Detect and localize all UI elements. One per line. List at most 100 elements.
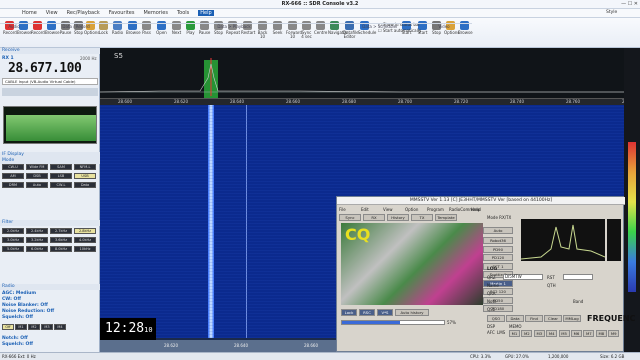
rst-input[interactable] xyxy=(563,274,593,280)
notch-line[interactable]: Notch: Off xyxy=(2,336,28,341)
mode-button-drm[interactable]: DRM xyxy=(2,182,24,188)
mode-button-auto[interactable]: Auto xyxy=(26,182,48,188)
qrz-input[interactable]: DI5MTW xyxy=(503,274,543,280)
squelch-line[interactable]: Squelch: Off xyxy=(2,315,33,320)
frequency-scale[interactable]: 28.600 28.620 28.640 28.660 28.680 28.700 28.7… xyxy=(100,98,636,105)
lms-label: LMS xyxy=(497,330,506,335)
ribbon-button-label: Repeat xyxy=(226,30,241,35)
filter-button[interactable]: 8.0kHz xyxy=(50,246,72,252)
memory-button-m1[interactable]: M1 xyxy=(15,324,27,330)
spectrum-display[interactable]: S5 xyxy=(100,48,624,98)
ribbon-button-label: Lock xyxy=(98,30,109,35)
log-button-mmlog[interactable]: MMLog xyxy=(563,315,581,322)
sstv-memory-button-m4[interactable]: M4 xyxy=(546,330,558,337)
image-control-auto-history[interactable]: Auto history xyxy=(395,309,429,316)
frequency-display[interactable]: 28.677.100 xyxy=(8,61,82,76)
menu-view[interactable]: View xyxy=(46,10,58,16)
filter-button[interactable]: 2.8kHz xyxy=(74,228,96,234)
group-data-scheduler: Data > Scheduler xyxy=(344,23,416,29)
mmsstv-tab-sync[interactable]: Sync xyxy=(339,214,361,221)
cw-line[interactable]: CW: Off xyxy=(2,297,21,302)
squelch2-line[interactable]: Squelch: Off xyxy=(2,342,33,347)
mode-button-am[interactable]: AM xyxy=(2,173,24,179)
log-button-data[interactable]: Data xyxy=(506,315,524,322)
filter-button[interactable]: 5.0kHz xyxy=(2,246,24,252)
rx-mode-button[interactable]: PD90 xyxy=(483,245,513,253)
noise-reduction-line[interactable]: Noise Reduction: Off xyxy=(2,309,54,314)
memory-button-off[interactable]: Off xyxy=(2,324,14,330)
image-control-rsc[interactable]: RSC xyxy=(359,309,375,316)
ribbon-button-label: Browse xyxy=(126,30,141,35)
mmsstv-menu-option[interactable]: Option xyxy=(405,207,418,212)
menu-favourites[interactable]: Favourites xyxy=(109,10,135,16)
audio-device-select[interactable]: CABLE Input (VB-Audio Virtual Cable) xyxy=(2,78,98,85)
mmsstv-tab-template[interactable]: Template xyxy=(435,214,457,221)
mode-button-lsb[interactable]: LSB xyxy=(50,173,72,179)
mmsstv-menu-program[interactable]: Program xyxy=(427,207,444,212)
log-button-clear[interactable]: Clear xyxy=(544,315,562,322)
memory-button-m3[interactable]: M3 xyxy=(41,324,53,330)
rst-label: RST xyxy=(547,275,555,280)
sstv-memory-button-m3[interactable]: M3 xyxy=(533,330,545,337)
filter-button[interactable]: 2.0kHz xyxy=(2,228,24,234)
mode-button-usb[interactable]: USB xyxy=(74,173,96,179)
mmsstv-menu-edit[interactable]: Edit xyxy=(361,207,369,212)
mode-button-dsb[interactable]: DSB xyxy=(26,173,48,179)
progress-bar xyxy=(341,320,445,325)
mmsstv-tab-tx[interactable]: TX xyxy=(411,214,433,221)
menu-home[interactable]: Home xyxy=(22,10,37,16)
sstv-memory-button-m1[interactable]: M1 xyxy=(509,330,520,337)
mmsstv-menu-help[interactable]: Help xyxy=(471,207,480,212)
mode-button-wide-fm[interactable]: Wide FM xyxy=(26,164,48,170)
filter-button[interactable]: 3.0kHz xyxy=(2,237,24,243)
bandwidth-label: 2000 Hz xyxy=(80,56,97,61)
style-label[interactable]: Style xyxy=(606,10,617,15)
mode-button-nfm-l[interactable]: NFM-L xyxy=(74,164,96,170)
mmsstv-menu-view[interactable]: View xyxy=(383,207,393,212)
ribbon-button-label: Record xyxy=(3,30,17,35)
mode-button-sam[interactable]: SAM xyxy=(50,164,72,170)
rx-mode-button[interactable]: PD120 xyxy=(483,254,513,261)
menu-memories[interactable]: Memories xyxy=(143,10,167,16)
image-control-v-s[interactable]: V*S xyxy=(377,309,393,316)
filter-button[interactable]: 2.4kHz xyxy=(26,228,48,234)
auto-button[interactable]: Auto xyxy=(483,227,513,234)
filter-button[interactable]: 2.7kHz xyxy=(50,228,72,234)
filter-button[interactable]: 4.0kHz xyxy=(74,237,96,243)
window-controls[interactable]: — ☐ ✕ xyxy=(621,1,638,7)
sstv-image: CQ xyxy=(341,223,483,305)
sstv-memory-button-m7[interactable]: M7 xyxy=(583,330,595,337)
mode-button-cw-l[interactable]: CW-L xyxy=(50,182,72,188)
log-button-qso[interactable]: QSO xyxy=(487,315,505,322)
menu-help[interactable]: Help xyxy=(198,10,214,16)
mode-button-data[interactable]: Data xyxy=(74,182,96,188)
mmsstv-menu-file[interactable]: File xyxy=(339,207,346,212)
qrz-label: QRZ xyxy=(487,275,496,280)
sstv-memory-button-m5[interactable]: M5 xyxy=(558,330,570,337)
mmsstv-spectrum[interactable] xyxy=(520,219,606,261)
filter-button[interactable]: 3.2kHz xyxy=(26,237,48,243)
filter-button[interactable]: 6.0kHz xyxy=(26,246,48,252)
sstv-memory-button-m9[interactable]: M9 xyxy=(608,330,620,337)
mmsstv-tab-history[interactable]: History xyxy=(387,214,409,221)
filter-button[interactable]: 3.6kHz xyxy=(50,237,72,243)
log-button-find[interactable]: Find xyxy=(525,315,543,322)
mmsstv-tab-rx[interactable]: RX xyxy=(363,214,385,221)
sstv-memory-button-m6[interactable]: M6 xyxy=(571,330,582,337)
scale-tick-label: 28.640 xyxy=(230,99,244,104)
ribbon-button-label: Browse xyxy=(45,30,60,35)
menu-rec-playback[interactable]: Rec/Playback xyxy=(67,10,100,16)
sstv-memory-button-m2[interactable]: M2 xyxy=(521,330,533,337)
memory-button-m2[interactable]: M2 xyxy=(28,324,40,330)
agc-line[interactable]: AGC: Medium xyxy=(2,291,36,296)
mode-button-cw-u[interactable]: CW-U xyxy=(2,164,24,170)
ribbon-button-label: Centre xyxy=(314,30,328,35)
filter-button[interactable]: 10kHz xyxy=(74,246,96,252)
ribbon-button-label: Pass xyxy=(142,30,151,35)
sstv-memory-button-m8[interactable]: M8 xyxy=(595,330,607,337)
menu-tools[interactable]: Tools xyxy=(177,10,189,16)
noise-blanker-line[interactable]: Noise Blanker: Off xyxy=(2,303,48,308)
memory-button-m4[interactable]: M4 xyxy=(54,324,66,330)
image-control-lock[interactable]: Lock xyxy=(341,309,357,316)
rx-mode-button[interactable]: Robot36 xyxy=(483,237,513,244)
